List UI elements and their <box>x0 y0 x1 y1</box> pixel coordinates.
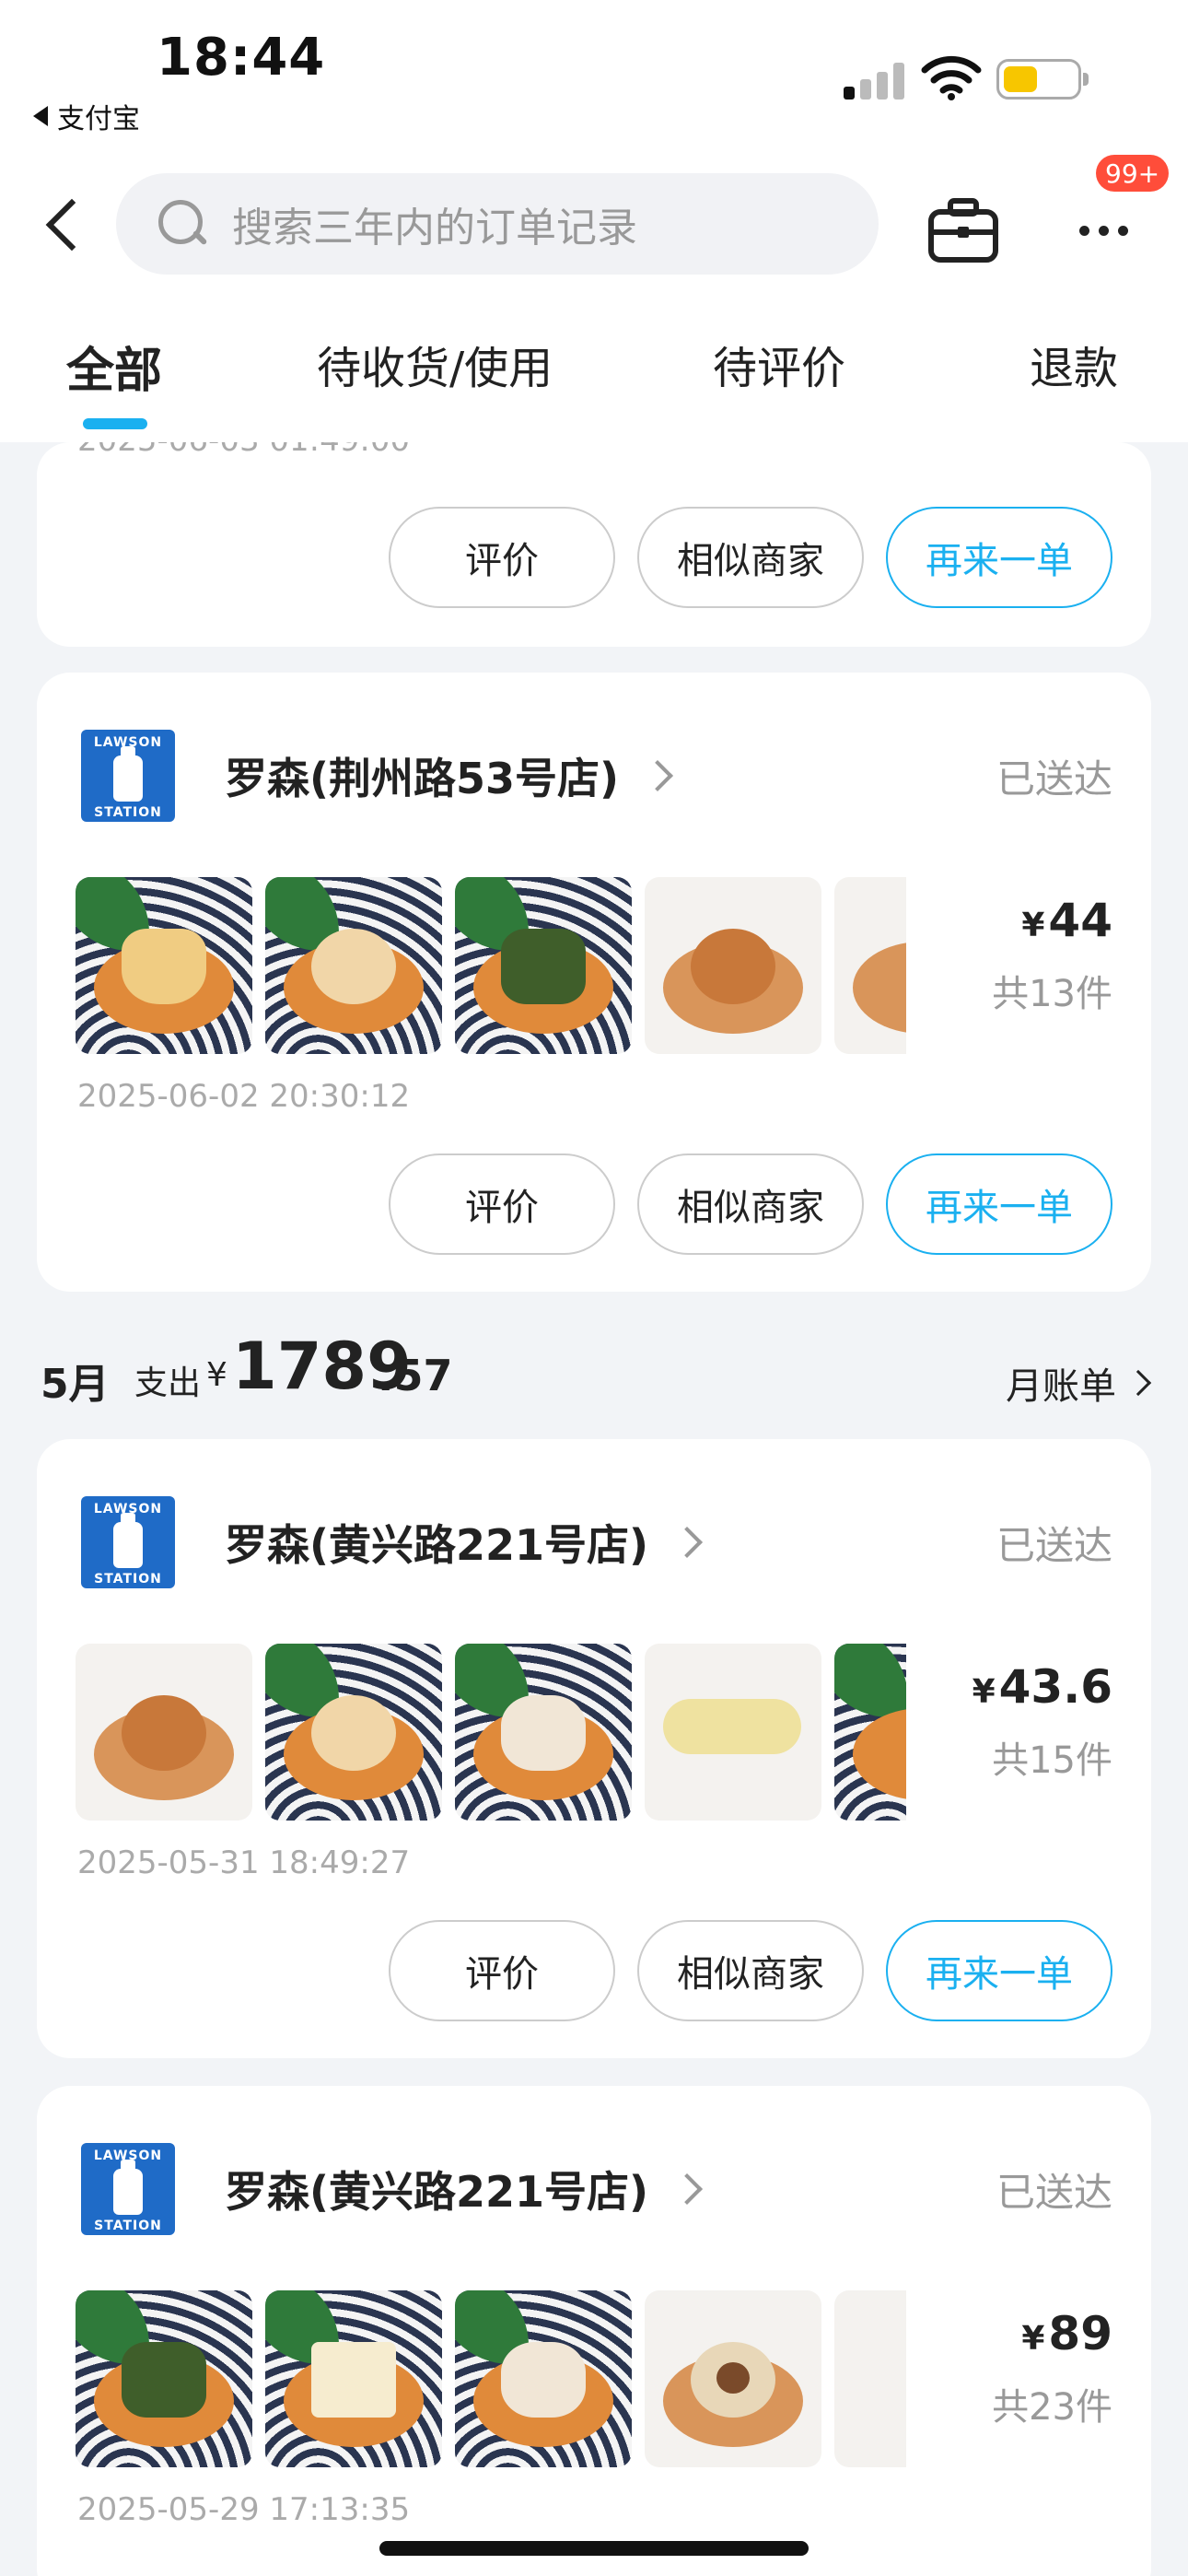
similar-store-button[interactable]: 相似商家 <box>637 507 864 608</box>
order-status: 已送达 <box>996 2169 1112 2215</box>
rate-button[interactable]: 评价 <box>389 1920 615 2021</box>
item-count: 共23件 <box>992 2386 1112 2429</box>
order-total: ¥89 共23件 <box>992 2307 1112 2429</box>
order-time: 2025-06-02 20:30:12 <box>77 1078 411 1115</box>
product-thumbnail <box>455 877 632 1054</box>
product-thumbnail <box>76 1644 252 1821</box>
chevron-right-icon <box>1124 1369 1152 1397</box>
home-indicator[interactable] <box>379 2541 809 2556</box>
month-summary: 5月 支出 ¥ 1789 .57 月账单 <box>0 1308 1188 1428</box>
order-card[interactable]: LAWSON STATION 罗森(荆州路53号店) 已送达 ¥44 共13件 2… <box>37 673 1151 1292</box>
order-price: 43.6 <box>998 1660 1112 1714</box>
product-thumbnails[interactable] <box>76 877 906 1054</box>
order-time: 2025-05-29 17:13:35 <box>77 2491 411 2528</box>
active-tab-indicator <box>83 418 147 429</box>
product-thumbnail <box>265 2290 442 2467</box>
order-actions: 评价 相似商家 再来一单 <box>389 507 1112 608</box>
status-time: 18:44 <box>157 28 326 88</box>
lawson-logo: LAWSON STATION <box>76 2136 182 2242</box>
tab-all[interactable]: 全部 <box>66 332 162 401</box>
more-options-button[interactable] <box>1079 203 1144 258</box>
rate-button[interactable]: 评价 <box>389 507 615 608</box>
item-count: 共15件 <box>992 1739 1112 1782</box>
product-thumbnail <box>455 1644 632 1821</box>
reorder-button[interactable]: 再来一单 <box>886 1153 1112 1255</box>
product-thumbnail <box>455 2290 632 2467</box>
order-time: 2025-06-03 01:49:00 <box>77 442 410 459</box>
item-count: 共13件 <box>992 973 1112 1015</box>
dot-icon <box>1079 225 1089 236</box>
order-tabs: 全部 待收货/使用 待评价 退款 <box>0 295 1188 442</box>
search-placeholder: 搜索三年内的订单记录 <box>232 205 637 252</box>
rate-button[interactable]: 评价 <box>389 1153 615 1255</box>
back-app-label: 支付宝 <box>57 103 140 135</box>
dot-icon <box>1118 225 1128 236</box>
similar-store-button[interactable]: 相似商家 <box>637 1920 864 2021</box>
product-thumbnail <box>834 2290 906 2467</box>
monthly-statement-label: 月账单 <box>1006 1365 1116 1408</box>
similar-store-button[interactable]: 相似商家 <box>637 1153 864 1255</box>
battery-icon <box>996 59 1089 100</box>
search-input[interactable]: 搜索三年内的订单记录 <box>116 173 879 275</box>
header-bar: 搜索三年内的订单记录 99+ <box>0 138 1188 295</box>
search-icon <box>157 198 208 250</box>
store-header[interactable]: LAWSON STATION 罗森(黄兴路221号店) 已送达 <box>76 2134 1112 2244</box>
order-price: 44 <box>1048 894 1112 947</box>
tab-to-receive[interactable]: 待收货/使用 <box>317 332 553 396</box>
spend-label: 支出 <box>134 1364 202 1402</box>
back-button[interactable] <box>41 193 96 258</box>
product-thumbnails[interactable] <box>76 1644 906 1821</box>
chevron-right-icon <box>642 760 674 791</box>
product-thumbnail <box>645 877 821 1054</box>
product-thumbnail <box>76 877 252 1054</box>
order-card: 2025-06-03 01:49:00 评价 相似商家 再来一单 <box>37 442 1151 647</box>
product-thumbnail <box>834 877 906 1054</box>
order-time: 2025-05-31 18:49:27 <box>77 1844 411 1881</box>
product-thumbnail <box>645 2290 821 2467</box>
order-actions: 评价 相似商家 再来一单 <box>389 1153 1112 1255</box>
dot-icon <box>1099 225 1109 236</box>
back-to-app-link[interactable]: 支付宝 <box>33 96 140 136</box>
order-total: ¥43.6 共15件 <box>972 1660 1112 1782</box>
spend-amount-decimal: .57 <box>378 1351 453 1400</box>
order-actions: 评价 相似商家 再来一单 <box>389 1920 1112 2021</box>
month-label: 5月 <box>41 1361 110 1408</box>
lawson-logo: LAWSON STATION <box>76 722 182 829</box>
product-thumbnail <box>265 1644 442 1821</box>
product-thumbnail <box>645 1644 821 1821</box>
wifi-icon <box>921 55 982 100</box>
spend-currency: ¥ <box>206 1356 227 1394</box>
order-status: 已送达 <box>996 755 1112 802</box>
product-thumbnail <box>76 2290 252 2467</box>
store-name: 罗森(黄兴路221号店) <box>225 1520 649 1570</box>
store-name: 罗森(黄兴路221号店) <box>225 2167 649 2217</box>
order-total: ¥44 共13件 <box>992 894 1112 1015</box>
product-thumbnails[interactable] <box>76 2290 906 2467</box>
order-status: 已送达 <box>996 1522 1112 1568</box>
product-thumbnail <box>265 877 442 1054</box>
reorder-button[interactable]: 再来一单 <box>886 1920 1112 2021</box>
notification-badge: 99+ <box>1096 155 1170 192</box>
order-card[interactable]: LAWSON STATION 罗森(黄兴路221号店) 已送达 ¥43.6 共15… <box>37 1439 1151 2058</box>
lawson-logo: LAWSON STATION <box>76 1489 182 1596</box>
status-bar: 18:44 支付宝 <box>0 0 1188 138</box>
chevron-right-icon <box>671 2173 704 2205</box>
chevron-right-icon <box>671 1527 704 1558</box>
briefcase-icon[interactable] <box>926 195 1000 265</box>
order-price: 89 <box>1048 2307 1112 2360</box>
monthly-statement-link[interactable]: 月账单 <box>1006 1356 1152 1410</box>
store-name: 罗森(荆州路53号店) <box>225 754 620 803</box>
tab-refund[interactable]: 退款 <box>1030 332 1118 396</box>
back-triangle-icon <box>33 106 48 126</box>
reorder-button[interactable]: 再来一单 <box>886 507 1112 608</box>
store-header[interactable]: LAWSON STATION 罗森(荆州路53号店) 已送达 <box>76 720 1112 831</box>
cellular-signal-icon <box>844 61 904 100</box>
order-card[interactable]: LAWSON STATION 罗森(黄兴路221号店) 已送达 ¥89 共23件 … <box>37 2086 1151 2576</box>
product-thumbnail <box>834 1644 906 1821</box>
tab-to-review[interactable]: 待评价 <box>713 332 845 396</box>
store-header[interactable]: LAWSON STATION 罗森(黄兴路221号店) 已送达 <box>76 1487 1112 1598</box>
